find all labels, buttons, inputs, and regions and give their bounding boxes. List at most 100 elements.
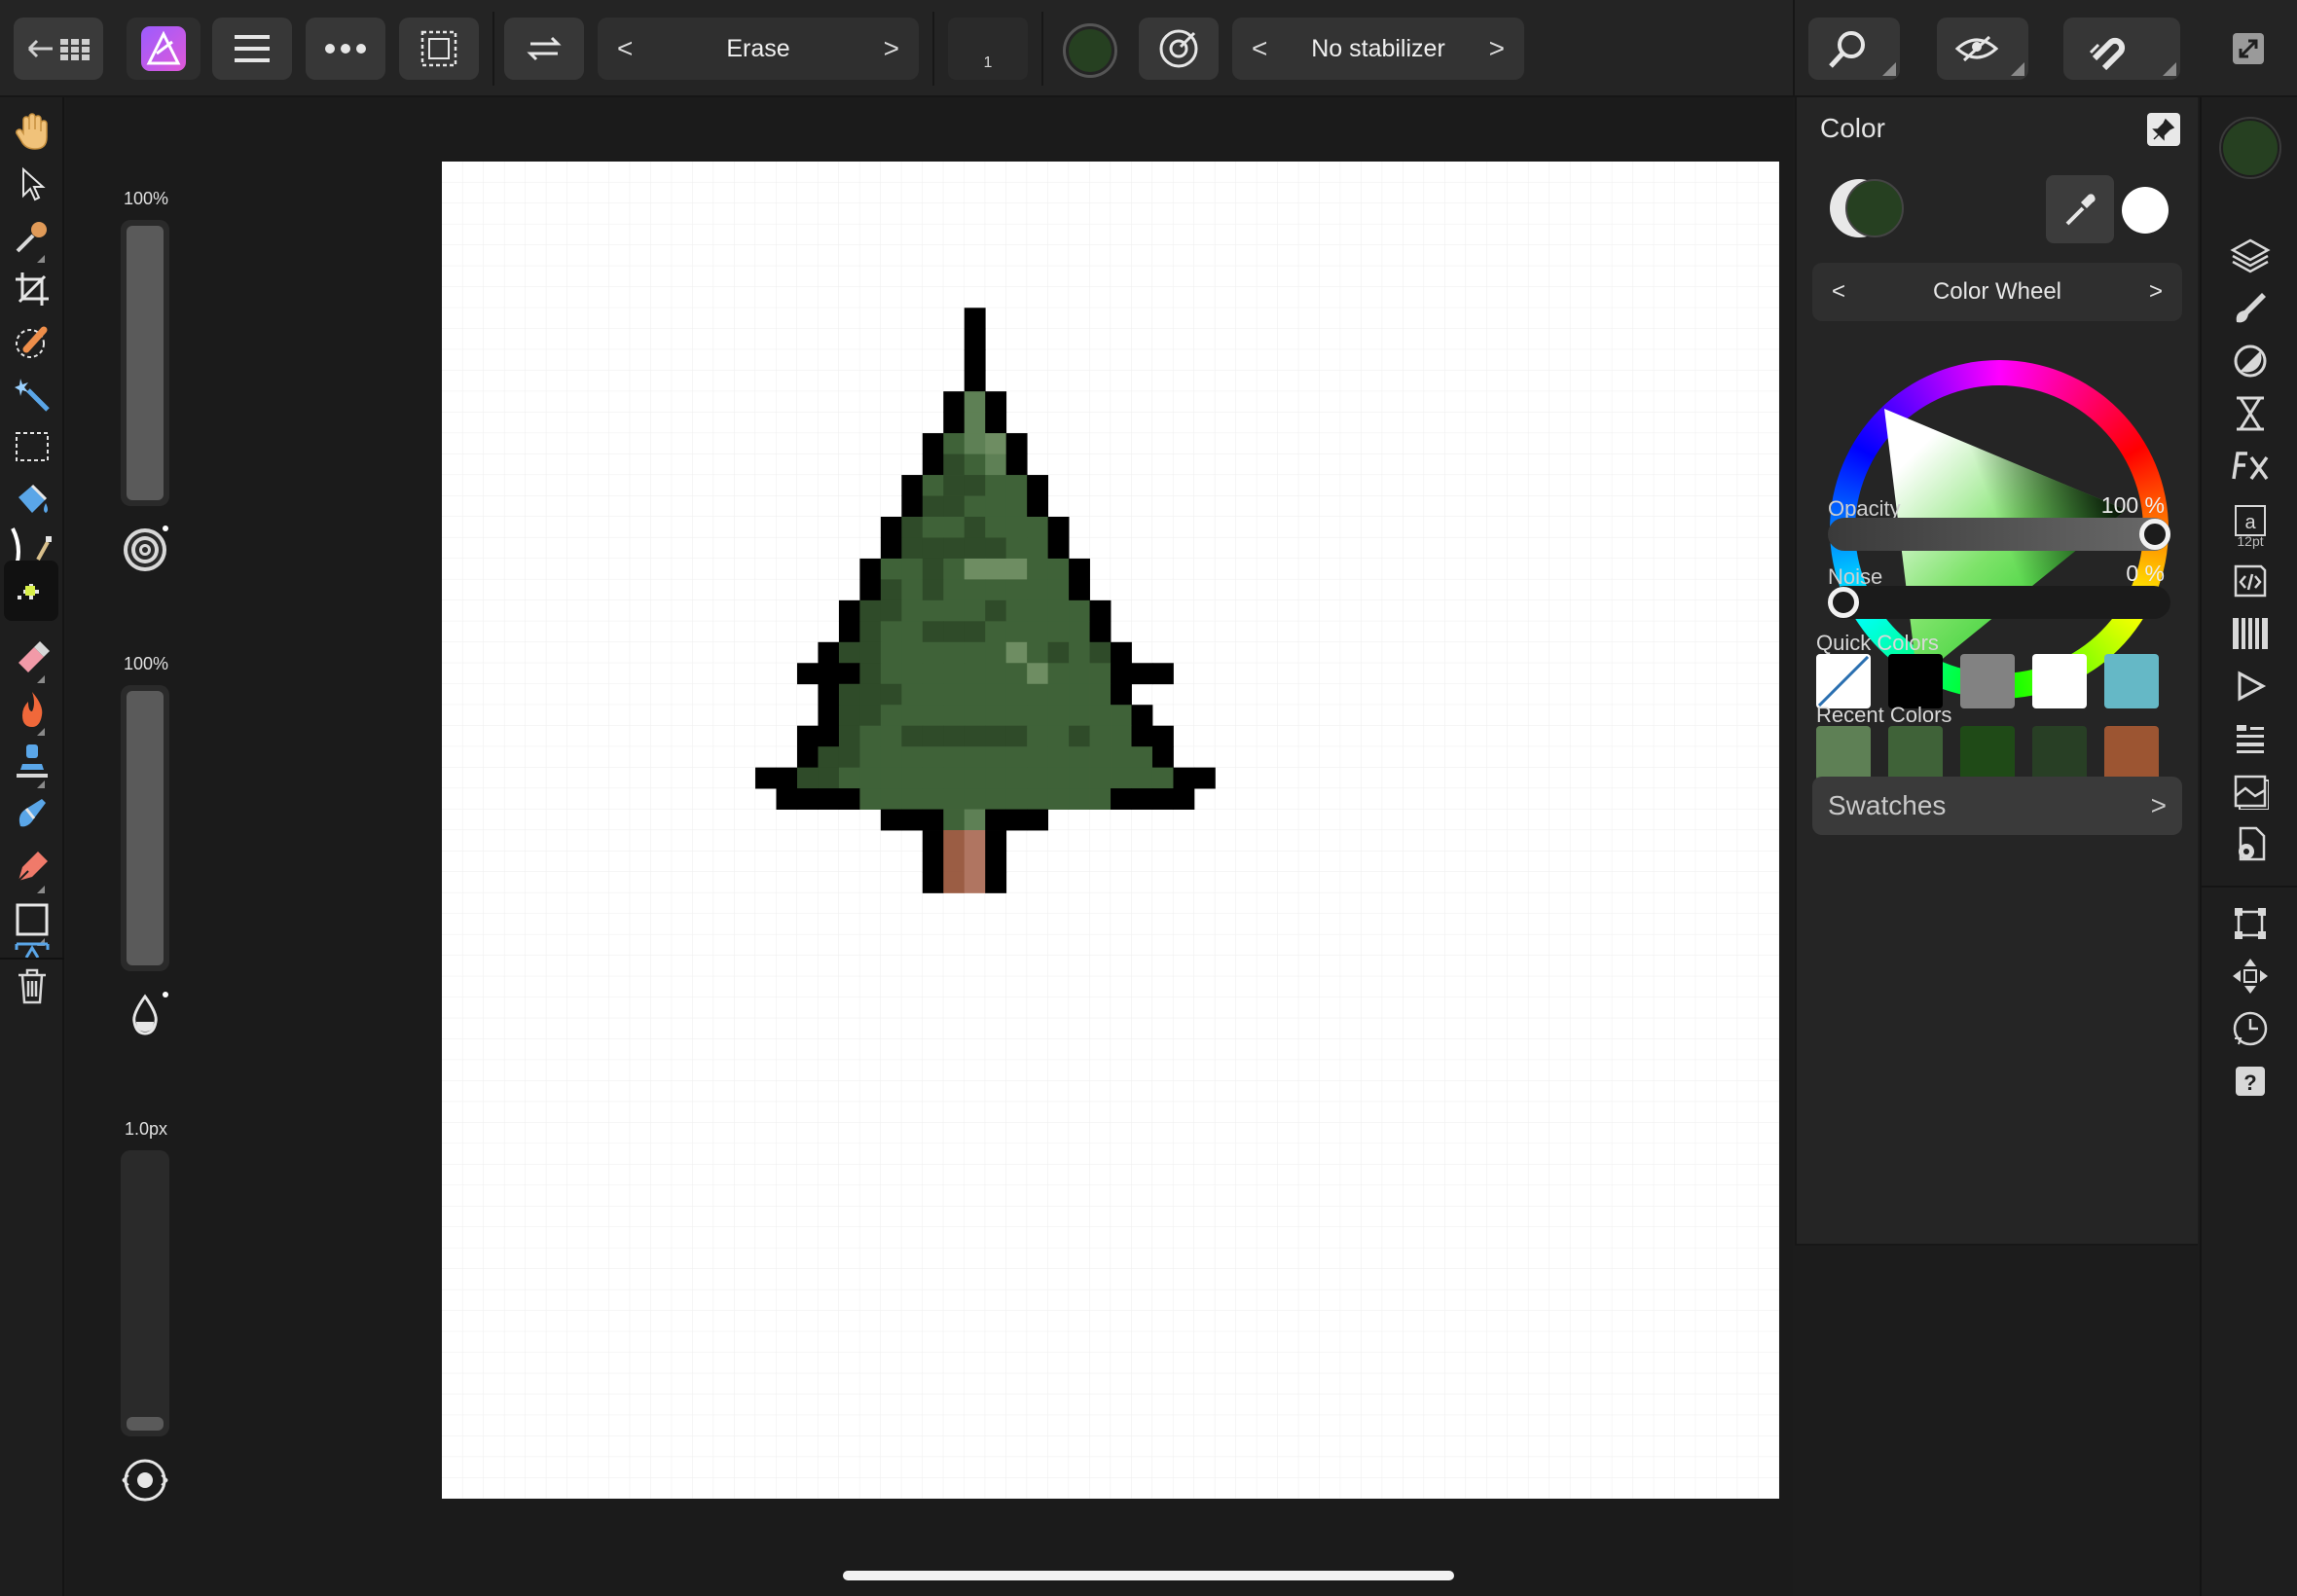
studio-divider [2202,886,2297,888]
color-panel-title: Color [1820,113,1885,143]
hardness-rings-icon [124,526,168,571]
opacity-vertical-slider[interactable] [121,220,169,506]
noise-slider[interactable] [1828,586,2170,619]
width-mode-button[interactable] [121,1456,169,1505]
flow-vertical-slider[interactable] [121,685,169,971]
recent-color-swatch[interactable] [2104,726,2159,780]
pixel [1005,746,1028,769]
tool-mode-next[interactable]: > [884,33,899,64]
fill-stroke-chips[interactable] [1830,179,1904,237]
pixel-grid-tool-icon [18,584,39,599]
pixel [1111,683,1132,706]
recent-color-swatch[interactable] [2032,726,2087,780]
flow-drop-icon [132,992,168,1035]
recent-color-swatch[interactable] [1816,726,1871,780]
color-mode-prev[interactable]: < [1832,278,1845,306]
more-button[interactable] [306,18,385,80]
quick-color-swatch[interactable] [2104,654,2159,708]
quick-color-swatch[interactable] [1888,654,1943,708]
svg-text:a: a [2244,512,2256,533]
snapping-magnet-icon [2089,37,2126,70]
stabilizer-prev[interactable]: < [1252,33,1267,64]
swatches-button[interactable]: Swatches > [1812,777,2182,835]
document-canvas[interactable] [442,162,1779,1499]
quick-color-swatch[interactable] [2032,654,2087,708]
pixel [880,537,902,560]
recent-color-swatch[interactable] [1888,726,1943,780]
pixel [985,453,1007,476]
pin-panel-button[interactable] [2147,113,2180,146]
code-snippet-icon [2234,564,2267,598]
flow-slider-fill [127,691,164,965]
pixel [1069,558,1090,580]
flip-button[interactable] [504,18,584,80]
picked-color-chip[interactable] [2122,187,2169,234]
pixel [1069,767,1090,789]
tool-mode-prev[interactable]: < [617,33,633,64]
pixel [922,683,944,706]
pixel [1111,788,1132,810]
current-color-swatch [1069,29,1112,72]
current-color-button[interactable] [1063,23,1117,78]
dropdown-corner [2011,62,2024,76]
navigator-icon [2237,725,2264,753]
pixel [1027,767,1049,789]
stabilizer-stepper[interactable]: < No stabilizer > [1232,18,1524,80]
pixel [922,433,944,454]
color-picker-icon [16,222,47,253]
pixel [985,663,1007,685]
snapping-button[interactable] [2063,18,2180,80]
toolbar-divider [1793,0,1795,97]
zoom-view-button[interactable] [1808,18,1900,80]
move-arrows-icon [2233,959,2268,994]
main-menu-button[interactable] [212,18,292,80]
help-studio-button[interactable]: ? [2202,1047,2297,1115]
app-persona-button[interactable] [127,18,201,80]
flow-button[interactable] [121,991,169,1039]
tool-mode-stepper[interactable]: < Erase > [598,18,919,80]
opacity-slider[interactable] [1828,518,2170,551]
pixel [1089,621,1112,643]
pixel-grid-tool-active[interactable] [4,561,58,621]
delete-button[interactable] [0,954,64,1020]
width-vertical-slider[interactable] [121,1150,169,1436]
brush-width-field[interactable]: 1 [948,18,1028,80]
pixel [964,433,986,454]
view-mode-button[interactable] [1937,18,2028,80]
quick-color-swatch[interactable] [1816,654,1871,708]
noise-slider-knob[interactable] [1828,587,1859,618]
quick-color-swatch[interactable] [1960,654,2015,708]
fullscreen-button[interactable] [2229,29,2268,68]
pixel [818,705,840,727]
pixel [922,579,944,601]
home-indicator[interactable] [843,1571,1454,1580]
opacity-slider-knob[interactable] [2139,519,2170,550]
color-mode-stepper[interactable]: < Color Wheel > [1812,263,2182,321]
pixel [1111,746,1132,769]
pixel [943,851,966,873]
color-mode-next[interactable]: > [2149,278,2163,306]
pixel [1047,599,1070,622]
pixel [901,809,924,831]
stabilizer-next[interactable]: > [1489,33,1505,64]
pixel [985,705,1007,727]
force-pressure-button[interactable] [1139,18,1219,80]
pixel [796,788,819,810]
pixel [943,495,966,518]
pixel [964,683,986,706]
settings-studio-button[interactable] [2202,810,2297,878]
primary-color-chip[interactable] [1845,179,1904,237]
selection-menu-button[interactable] [399,18,479,80]
hardness-button[interactable] [121,526,169,574]
pixel [880,683,902,706]
pixel [818,767,840,789]
text-style-studio-button[interactable]: a 12pt [2202,487,2297,555]
eyedropper-button[interactable] [2046,175,2114,243]
zoom-view-icon [1829,31,1865,68]
flip-swap-icon [527,36,562,61]
recent-color-swatch[interactable] [1960,726,2015,780]
pixel [964,391,986,414]
back-to-gallery-button[interactable] [14,18,103,80]
color-studio-button[interactable] [2219,117,2281,179]
pixel [964,328,986,350]
